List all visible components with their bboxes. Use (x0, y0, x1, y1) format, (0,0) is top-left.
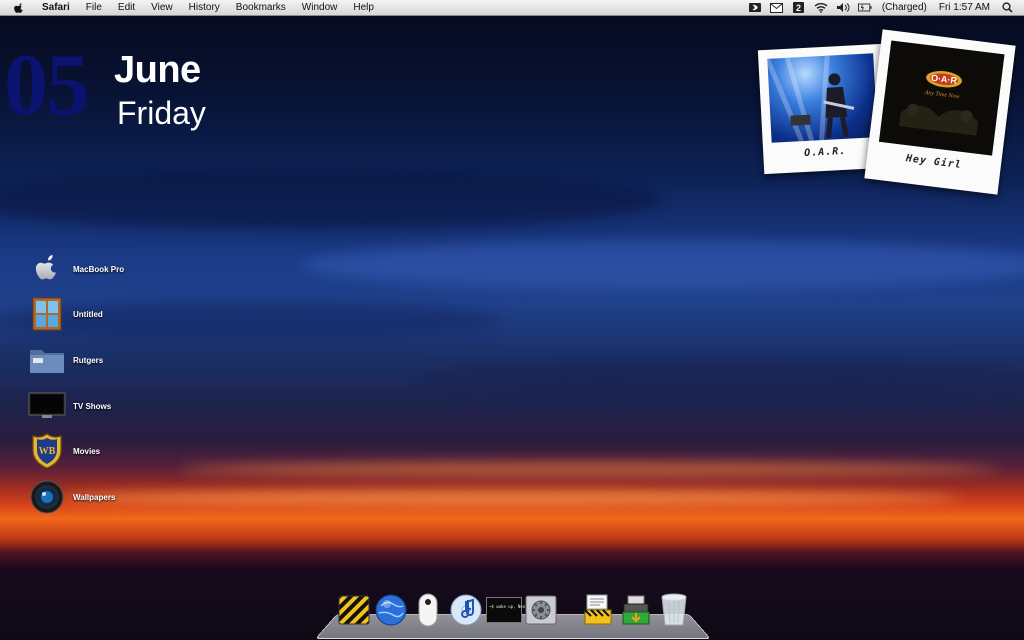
menu-window[interactable]: Window (294, 0, 346, 15)
desktop-item-rutgers[interactable]: Rutgers (28, 340, 138, 380)
menu-view[interactable]: View (143, 0, 181, 15)
album-art: O·A·R Any Time Now (878, 40, 1005, 156)
apple-drive-icon (28, 250, 66, 288)
menu-file[interactable]: File (78, 0, 110, 15)
safari-globe-icon[interactable] (373, 592, 409, 628)
bluetooth-icon[interactable] (748, 2, 762, 14)
menu-help[interactable]: Help (345, 0, 382, 15)
date-weekday: Friday (117, 95, 206, 131)
desktop-item-wallpapers[interactable]: Wallpapers (28, 477, 138, 517)
wallpaper-cloud (180, 462, 1000, 476)
tv-icon (28, 387, 66, 425)
folder-icon (28, 341, 66, 379)
desktop-item-macbook-pro[interactable]: MacBook Pro (28, 249, 138, 289)
desktop-item-untitled[interactable]: Untitled (28, 294, 138, 334)
desktop-item-label: Untitled (73, 309, 103, 319)
trash-icon[interactable] (656, 592, 692, 628)
menu-app-safari[interactable]: Safari (34, 0, 78, 15)
wb-shield-icon: WB (28, 432, 66, 470)
artist-photo (764, 53, 878, 143)
desktop-item-label: TV Shows (73, 401, 112, 411)
battery-icon[interactable] (857, 2, 872, 14)
dashboard-icon[interactable]: 2 (792, 2, 806, 14)
svg-text:2: 2 (796, 3, 801, 13)
battery-status-text: (Charged) (881, 2, 927, 13)
menu-bookmarks[interactable]: Bookmarks (228, 0, 294, 15)
downloads-icon[interactable] (618, 592, 654, 628)
itunes-icon[interactable] (448, 592, 484, 628)
desktop-item-label: Movies (73, 446, 101, 456)
desktop-item-label: Rutgers (73, 355, 104, 365)
desktop-item-movies[interactable]: WB Movies (28, 431, 138, 471)
menubar-clock[interactable]: Fri 1:57 AM (933, 0, 996, 15)
svg-text:WB: WB (39, 446, 56, 457)
wallpaper-cloud (300, 240, 1024, 290)
desktop-item-label: MacBook Pro (73, 264, 125, 274)
volume-icon[interactable] (836, 2, 850, 14)
system-preferences-icon[interactable] (523, 592, 559, 628)
date-month: June (114, 49, 201, 91)
date-day-number: 05 (4, 37, 90, 134)
wallpaper-cloud (420, 360, 1024, 396)
spotlight-icon[interactable] (1000, 2, 1014, 14)
menu-history[interactable]: History (181, 0, 228, 15)
desktop-item-label: Wallpapers (73, 492, 116, 502)
wallpaper-cloud (60, 490, 960, 506)
mail-icon[interactable] (770, 2, 784, 14)
mouse-icon[interactable] (410, 592, 446, 628)
menu-extras: 2 (Charged) Fri 1:57 AM (744, 0, 1024, 15)
album-polaroid[interactable]: O·A·R Any Time Now Hey Girl (864, 29, 1016, 195)
terminal-icon[interactable]: ~$ wake up, Neo (486, 592, 526, 628)
utilities-icon[interactable] (580, 592, 616, 628)
terminal-text: ~$ wake up, Neo (489, 604, 526, 609)
desktop-item-tv-shows[interactable]: TV Shows (28, 386, 138, 426)
window-folder-icon (28, 295, 66, 333)
finder-stripes-icon[interactable] (336, 592, 372, 628)
camera-lens-icon (28, 478, 66, 516)
wallpaper-cloud (0, 170, 660, 230)
apple-menu-icon[interactable] (12, 1, 26, 15)
menu-edit[interactable]: Edit (110, 0, 143, 15)
wifi-icon[interactable] (814, 2, 828, 14)
menu-bar: Safari File Edit View History Bookmarks … (0, 0, 1024, 16)
